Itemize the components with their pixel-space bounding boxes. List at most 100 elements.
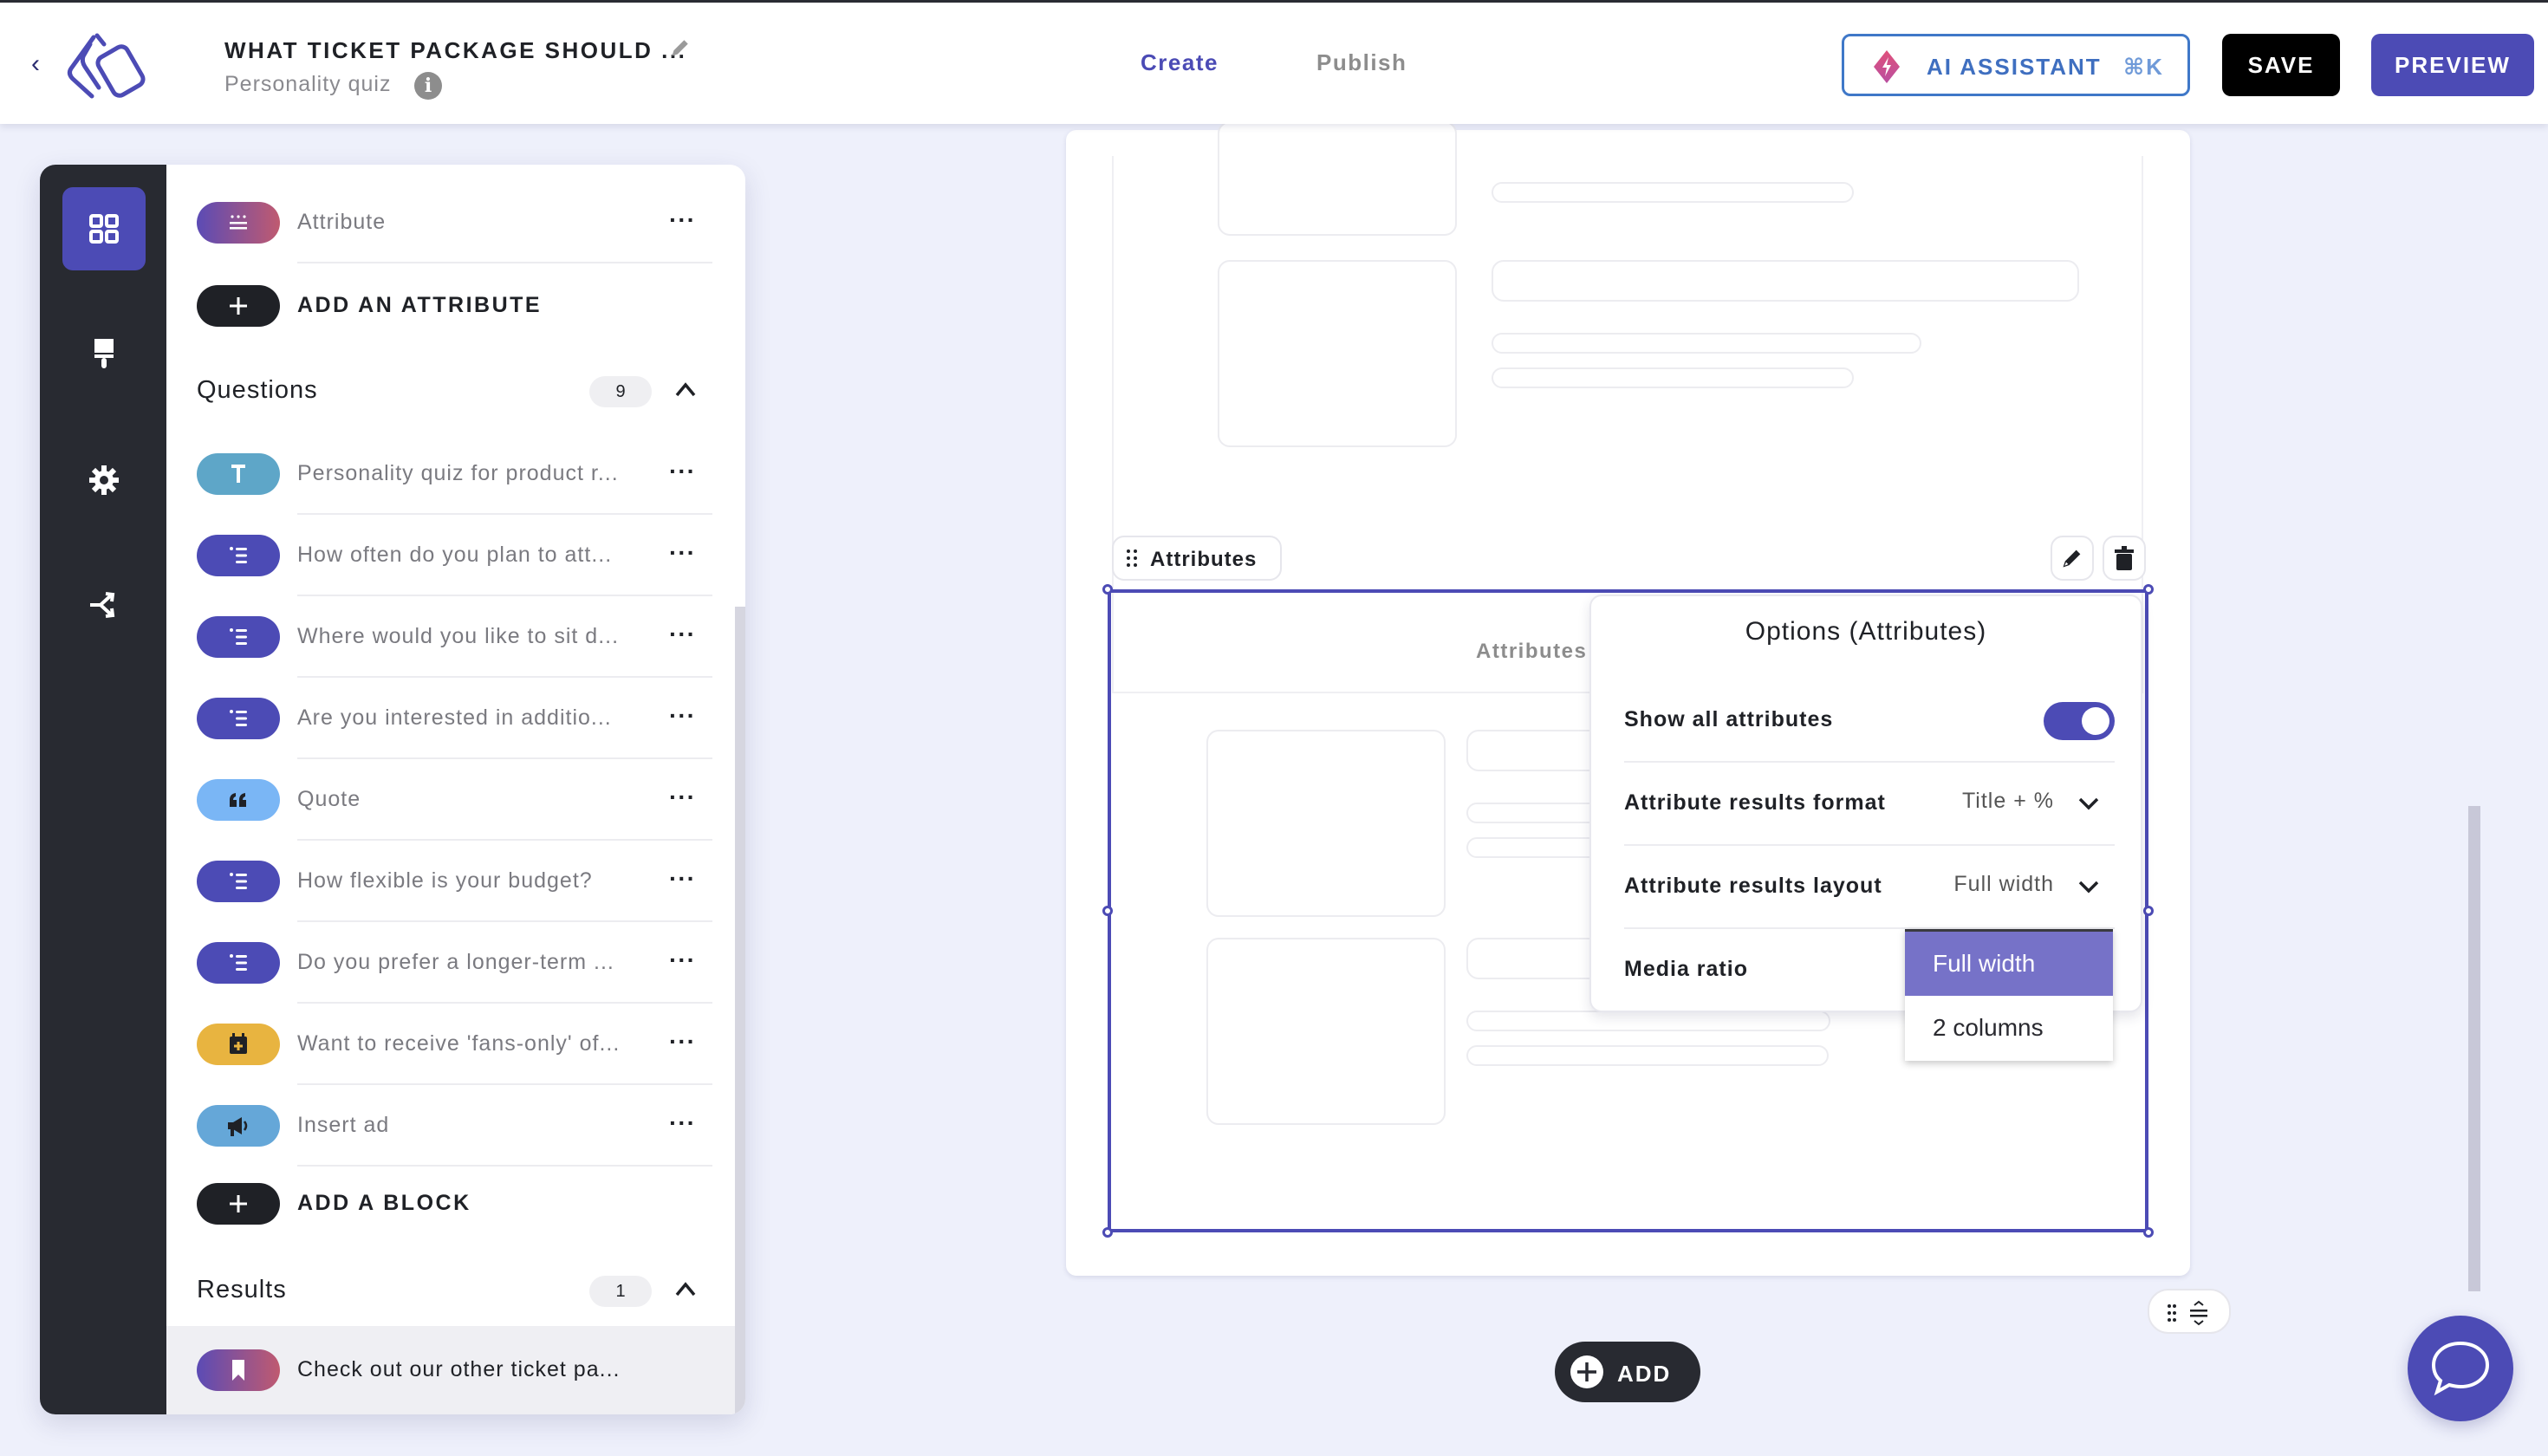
option-results-format[interactable]: Attribute results format Title + %	[1624, 763, 2115, 846]
question-item[interactable]: How often do you plan to att... ···	[166, 515, 712, 596]
resize-handle[interactable]	[2143, 584, 2154, 595]
layout-dropdown-menu: Full width 2 columns	[1905, 929, 2113, 1061]
pencil-icon	[2063, 549, 2081, 568]
more-options-icon[interactable]: ···	[669, 206, 696, 234]
question-item[interactable]: Quote ···	[166, 759, 712, 841]
more-options-icon[interactable]: ···	[669, 865, 696, 893]
canvas-scrollbar[interactable]	[2468, 806, 2480, 1291]
edit-block-button[interactable]	[2051, 536, 2094, 581]
dropdown-option-2-columns[interactable]: 2 columns	[1905, 996, 2113, 1060]
questions-count-badge: 9	[589, 376, 652, 407]
chevron-down-icon[interactable]	[2077, 877, 2101, 896]
more-options-icon[interactable]: ···	[669, 702, 696, 730]
trash-icon	[2115, 546, 2134, 570]
tab-create[interactable]: Create	[1141, 49, 1219, 76]
more-options-icon[interactable]: ···	[669, 539, 696, 567]
megaphone-icon	[197, 1105, 280, 1147]
add-block-button[interactable]: ADD A BLOCK	[166, 1163, 712, 1245]
panel-scrollbar[interactable]	[735, 607, 745, 1414]
option-show-all-attributes: Show all attributes	[1624, 679, 2115, 763]
quiz-type: Personality quiz	[224, 72, 392, 96]
option-results-layout[interactable]: Attribute results layout Full width	[1624, 846, 2115, 929]
result-item-label: Check out our other ticket pa...	[297, 1357, 621, 1381]
ai-assistant-button[interactable]: AI ASSISTANT ⌘K	[1842, 34, 2190, 96]
results-title: Results	[197, 1276, 287, 1303]
more-options-icon[interactable]: ···	[669, 946, 696, 974]
question-item[interactable]: Personality quiz for product r... ···	[166, 433, 712, 515]
result-item[interactable]: Check out our other ticket pa...	[166, 1326, 735, 1414]
resize-handle[interactable]	[1102, 1227, 1113, 1238]
more-options-icon[interactable]: ···	[669, 458, 696, 485]
question-item-label: How often do you plan to att...	[297, 543, 613, 567]
results-count-badge: 1	[589, 1276, 652, 1307]
list-icon	[197, 861, 280, 902]
question-item[interactable]: How flexible is your budget? ···	[166, 841, 712, 922]
question-item-label: Are you interested in additio...	[297, 705, 612, 730]
chevron-down-icon[interactable]	[2077, 794, 2101, 813]
skeleton-line	[1492, 333, 1921, 354]
resize-handle[interactable]	[1102, 906, 1113, 916]
add-label: ADD	[1617, 1361, 1672, 1387]
reorder-icon[interactable]	[2187, 1299, 2210, 1327]
save-button[interactable]: SAVE	[2222, 34, 2340, 96]
skeleton-image	[1206, 938, 1446, 1125]
add-attribute-button[interactable]: ADD AN ATTRIBUTE	[166, 265, 712, 347]
more-options-icon[interactable]: ···	[669, 621, 696, 648]
edit-title-pencil-icon[interactable]	[668, 37, 691, 60]
attribute-list-icon	[197, 202, 280, 244]
question-item[interactable]: Insert ad ···	[166, 1085, 712, 1167]
results-section-header[interactable]: Results 1	[197, 1269, 717, 1312]
question-item-label: How flexible is your budget?	[297, 868, 593, 893]
resize-handle[interactable]	[2143, 1227, 2154, 1238]
text-T-icon	[197, 453, 280, 495]
block-drag-tag[interactable]: Attributes	[1112, 536, 1282, 581]
info-icon[interactable]: i	[414, 72, 442, 100]
branching-logic-icon	[90, 592, 115, 618]
chevron-up-icon[interactable]	[673, 378, 698, 402]
delete-block-button[interactable]	[2103, 536, 2146, 581]
question-item[interactable]: Are you interested in additio... ···	[166, 678, 712, 759]
block-reorder-control[interactable]	[2148, 1289, 2231, 1334]
question-item-label: Insert ad	[297, 1113, 390, 1137]
rail-design[interactable]	[62, 312, 146, 395]
show-all-attributes-toggle[interactable]	[2044, 702, 2115, 740]
chevron-up-icon[interactable]	[673, 1277, 698, 1302]
question-item[interactable]: Where would you like to sit d... ···	[166, 596, 712, 678]
ai-assistant-label: AI ASSISTANT	[1927, 54, 2102, 80]
more-options-icon[interactable]: ···	[669, 1028, 696, 1056]
divider	[297, 262, 712, 263]
list-icon	[197, 698, 280, 739]
attribute-item[interactable]: Attribute ···	[166, 182, 712, 263]
gear-icon	[89, 465, 119, 495]
block-heading: Attributes	[1476, 640, 1588, 663]
calendar-plus-icon	[197, 1024, 280, 1065]
rail-settings[interactable]	[62, 439, 146, 522]
more-options-icon[interactable]: ···	[669, 1109, 696, 1137]
rail-logic[interactable]	[62, 563, 146, 647]
resize-handle[interactable]	[2143, 906, 2154, 916]
icon-rail	[40, 165, 166, 1414]
dropdown-option-full-width[interactable]: Full width	[1905, 932, 2113, 996]
plus-circle-icon	[1570, 1355, 1603, 1388]
add-attribute-label: ADD AN ATTRIBUTE	[297, 293, 543, 317]
results-format-select-value[interactable]: Title + %	[1962, 789, 2054, 814]
results-layout-select-value[interactable]: Full width	[1953, 872, 2054, 897]
preview-button[interactable]: PREVIEW	[2371, 34, 2534, 96]
question-item[interactable]: Want to receive 'fans-only' of... ···	[166, 1004, 712, 1085]
toggle-knob	[2082, 707, 2109, 735]
rail-blocks[interactable]	[62, 187, 146, 270]
chat-support-button[interactable]	[2408, 1316, 2513, 1421]
brand-logo[interactable]	[59, 30, 156, 100]
question-item-label: Do you prefer a longer-term ...	[297, 950, 614, 974]
drag-handle-icon[interactable]	[2167, 1303, 2177, 1323]
question-item[interactable]: Do you prefer a longer-term ... ···	[166, 922, 712, 1004]
tab-publish[interactable]: Publish	[1316, 49, 1407, 76]
add-block-canvas-button[interactable]: ADD	[1555, 1342, 1700, 1402]
back-chevron-icon[interactable]: ‹	[31, 49, 40, 79]
questions-section-header[interactable]: Questions 9	[197, 369, 717, 413]
skeleton-image	[1218, 121, 1457, 236]
resize-handle[interactable]	[1102, 584, 1113, 595]
block-tag-label: Attributes	[1150, 548, 1258, 571]
more-options-icon[interactable]: ···	[669, 783, 696, 811]
list-icon	[197, 616, 280, 658]
